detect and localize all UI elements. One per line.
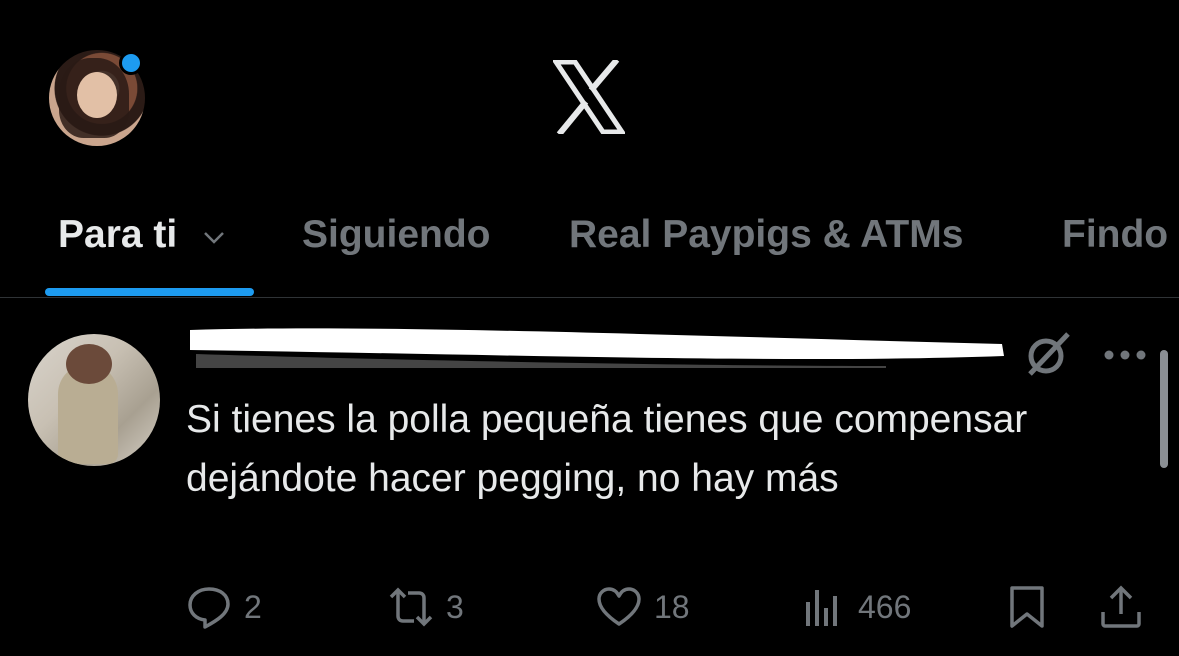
tab-real-paypigs[interactable]: Real Paypigs & ATMs <box>569 213 963 257</box>
repost-icon <box>389 587 433 627</box>
post-author-avatar[interactable] <box>28 334 160 466</box>
like-button[interactable]: 18 <box>596 582 690 632</box>
tab-label: Siguiendo <box>302 213 491 256</box>
views-count: 466 <box>858 588 912 625</box>
share-button[interactable] <box>1098 582 1144 632</box>
post[interactable]: Si tienes la polla pequeña tienes que co… <box>0 298 1179 656</box>
tab-para-ti[interactable]: Para ti <box>58 213 226 257</box>
top-header <box>0 0 1179 190</box>
views-button[interactable]: 466 <box>800 582 911 632</box>
chevron-down-icon[interactable] <box>202 225 226 249</box>
scrollbar[interactable] <box>1160 350 1168 468</box>
like-count: 18 <box>654 588 690 625</box>
post-actions: 2 3 18 466 <box>0 582 1179 632</box>
heart-icon <box>597 587 641 626</box>
reply-button[interactable]: 2 <box>186 582 262 632</box>
more-options-icon[interactable] <box>1102 348 1148 362</box>
timeline-tabs: Para ti Siguiendo Real Paypigs & ATMs Fi… <box>0 195 1179 299</box>
tab-label: Findo <box>1062 213 1169 256</box>
reply-count: 2 <box>244 588 262 625</box>
tab-label: Real Paypigs & ATMs <box>569 213 964 256</box>
repost-count: 3 <box>446 588 464 625</box>
bookmark-button[interactable] <box>1004 582 1050 632</box>
tab-findo[interactable]: Findo <box>1062 213 1168 257</box>
repost-button[interactable]: 3 <box>388 582 464 632</box>
tab-siguiendo[interactable]: Siguiendo <box>302 213 491 257</box>
active-tab-indicator <box>45 288 254 296</box>
notification-dot <box>119 51 143 75</box>
grok-icon[interactable] <box>1024 332 1072 376</box>
post-text: Si tienes la polla pequeña tienes que co… <box>186 398 1028 500</box>
share-icon <box>1101 585 1141 628</box>
reply-icon <box>188 587 230 629</box>
redacted-author-name <box>190 328 1004 368</box>
x-logo-icon[interactable] <box>553 60 625 134</box>
analytics-icon <box>806 590 837 626</box>
tab-label: Para ti <box>58 213 178 256</box>
bookmark-icon <box>1010 586 1044 628</box>
